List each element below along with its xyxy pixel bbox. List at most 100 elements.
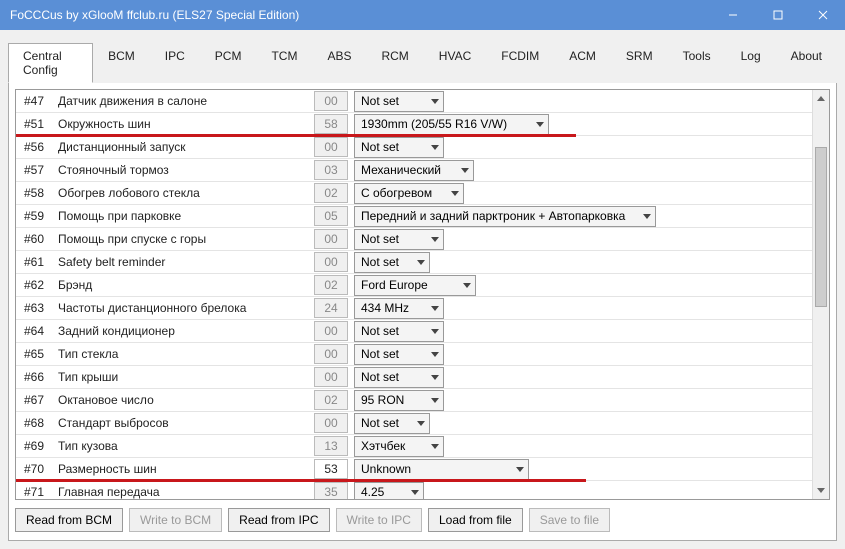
- chevron-down-icon: [417, 260, 425, 265]
- scroll-down-button[interactable]: [813, 482, 830, 499]
- dropdown-text: Unknown: [361, 462, 411, 476]
- dropdown-text: Хэтчбек: [361, 439, 405, 453]
- dropdown-text: Not set: [361, 347, 399, 361]
- tab-abs[interactable]: ABS: [312, 43, 366, 83]
- row-id: #70: [16, 460, 54, 478]
- row-value-dropdown[interactable]: Not set: [354, 137, 444, 158]
- chevron-down-icon: [431, 352, 439, 357]
- row-label: Помощь при парковке: [54, 207, 314, 225]
- row-value-dropdown[interactable]: С обогревом: [354, 183, 464, 204]
- row-value-dropdown[interactable]: Not set: [354, 229, 444, 250]
- row-number-input: [314, 298, 348, 318]
- tab-tcm[interactable]: TCM: [256, 43, 312, 83]
- vertical-scrollbar[interactable]: [812, 90, 829, 499]
- tab-acm[interactable]: ACM: [554, 43, 611, 83]
- tab-ipc[interactable]: IPC: [150, 43, 200, 83]
- maximize-button[interactable]: [755, 0, 800, 30]
- row-value-dropdown[interactable]: Not set: [354, 367, 444, 388]
- row-value-dropdown[interactable]: Хэтчбек: [354, 436, 444, 457]
- row-value-dropdown[interactable]: Механический: [354, 160, 474, 181]
- row-value-dropdown[interactable]: Передний и задний парктроник + Автопарко…: [354, 206, 656, 227]
- row-id: #61: [16, 253, 54, 271]
- scroll-up-button[interactable]: [813, 90, 830, 107]
- row-value-dropdown[interactable]: Not set: [354, 321, 444, 342]
- load-from-file-button[interactable]: Load from file: [428, 508, 523, 532]
- row-number-input: [314, 436, 348, 456]
- row-label: Дистанционный запуск: [54, 138, 314, 156]
- dropdown-text: Not set: [361, 370, 399, 384]
- config-row: #69Тип кузоваХэтчбек: [16, 435, 829, 458]
- row-value-dropdown[interactable]: 4.25: [354, 482, 424, 501]
- row-label: Частоты дистанционного брелока: [54, 299, 314, 317]
- config-row: #64Задний кондиционерNot set: [16, 320, 829, 343]
- row-id: #66: [16, 368, 54, 386]
- scroll-track[interactable]: [813, 107, 829, 482]
- config-row: #65Тип стеклаNot set: [16, 343, 829, 366]
- config-row: #70Размерность шинUnknown: [16, 458, 829, 481]
- close-button[interactable]: [800, 0, 845, 30]
- dropdown-text: Not set: [361, 140, 399, 154]
- row-value-dropdown[interactable]: 434 MHz: [354, 298, 444, 319]
- tab-central-config[interactable]: Central Config: [8, 43, 93, 83]
- row-label: Главная передача: [54, 483, 314, 500]
- scroll-thumb[interactable]: [815, 147, 827, 307]
- row-number-input[interactable]: [314, 459, 348, 479]
- row-number-input: [314, 413, 348, 433]
- chevron-down-icon: [643, 214, 651, 219]
- tab-fcdim[interactable]: FCDIM: [486, 43, 554, 83]
- minimize-button[interactable]: [710, 0, 755, 30]
- row-number-input: [314, 91, 348, 111]
- chevron-down-icon: [431, 444, 439, 449]
- config-row: #59Помощь при парковкеПередний и задний …: [16, 205, 829, 228]
- write-to-bcm-button: Write to BCM: [129, 508, 222, 532]
- tab-hvac[interactable]: HVAC: [424, 43, 486, 83]
- tab-rcm[interactable]: RCM: [366, 43, 423, 83]
- save-to-file-button: Save to file: [529, 508, 610, 532]
- read-from-ipc-button[interactable]: Read from IPC: [228, 508, 329, 532]
- dropdown-text: Not set: [361, 416, 399, 430]
- config-row: #62БрэндFord Europe: [16, 274, 829, 297]
- row-number-input: [314, 183, 348, 203]
- tab-about[interactable]: About: [776, 43, 837, 83]
- write-to-ipc-button: Write to IPC: [336, 508, 422, 532]
- chevron-down-icon: [417, 421, 425, 426]
- tab-log[interactable]: Log: [726, 43, 776, 83]
- tab-tools[interactable]: Tools: [668, 43, 726, 83]
- dropdown-text: Механический: [361, 163, 441, 177]
- row-label: Обогрев лобового стекла: [54, 184, 314, 202]
- row-value-dropdown[interactable]: Not set: [354, 344, 444, 365]
- tab-bcm[interactable]: BCM: [93, 43, 150, 83]
- row-id: #69: [16, 437, 54, 455]
- tab-pcm[interactable]: PCM: [200, 43, 257, 83]
- config-row: #47Датчик движения в салонеNot set: [16, 90, 829, 113]
- chevron-down-icon: [431, 329, 439, 334]
- row-number-input: [314, 344, 348, 364]
- config-row: #51Окружность шин1930mm (205/55 R16 V/W): [16, 113, 829, 136]
- config-row: #66Тип крыши Not set: [16, 366, 829, 389]
- read-from-bcm-button[interactable]: Read from BCM: [15, 508, 123, 532]
- row-id: #62: [16, 276, 54, 294]
- row-label: Стандарт выбросов: [54, 414, 314, 432]
- row-value-dropdown[interactable]: 1930mm (205/55 R16 V/W): [354, 114, 549, 135]
- chevron-down-icon: [461, 168, 469, 173]
- dropdown-text: Not set: [361, 94, 399, 108]
- dropdown-text: 434 MHz: [361, 301, 409, 315]
- chevron-down-icon: [431, 237, 439, 242]
- config-row: #68Стандарт выбросовNot set: [16, 412, 829, 435]
- row-value-dropdown[interactable]: Not set: [354, 413, 430, 434]
- chevron-down-icon: [431, 398, 439, 403]
- row-number-input: [314, 275, 348, 295]
- row-number-input: [314, 252, 348, 272]
- config-row: #67Октановое число95 RON: [16, 389, 829, 412]
- tab-srm[interactable]: SRM: [611, 43, 668, 83]
- row-value-dropdown[interactable]: 95 RON: [354, 390, 444, 411]
- config-row: #71Главная передача 4.25: [16, 481, 829, 500]
- row-label: Тип крыши: [54, 368, 314, 386]
- config-row: #60Помощь при спуске с горыNot set: [16, 228, 829, 251]
- row-value-dropdown[interactable]: Unknown: [354, 459, 529, 480]
- row-id: #67: [16, 391, 54, 409]
- row-value-dropdown[interactable]: Not set: [354, 252, 430, 273]
- row-value-dropdown[interactable]: Ford Europe: [354, 275, 476, 296]
- row-value-dropdown[interactable]: Not set: [354, 91, 444, 112]
- row-id: #71: [16, 483, 54, 500]
